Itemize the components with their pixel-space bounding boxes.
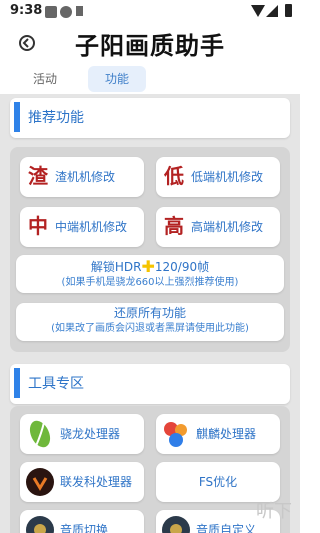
high-end-button[interactable]: 高 高端机机修改 bbox=[156, 207, 280, 247]
unlock-hdr-button[interactable]: 解锁HDR✚120/90帧 (如果手机是骁龙660以上强烈推荐使用) bbox=[16, 255, 284, 293]
audio-icon bbox=[26, 516, 54, 533]
fs-optimize-button[interactable]: FS优化 bbox=[156, 462, 280, 502]
plus-icon: ✚ bbox=[141, 257, 155, 276]
button-label: 音质切换 bbox=[60, 523, 109, 533]
snapdragon-icon bbox=[29, 420, 51, 448]
button-label: 低端机机修改 bbox=[191, 170, 264, 184]
junk-glyph: 渣 bbox=[28, 164, 48, 188]
snapdragon-button[interactable]: 骁龙处理器 bbox=[20, 414, 144, 454]
kirin-icon bbox=[164, 422, 187, 447]
section-recommended: 推荐功能 bbox=[10, 98, 290, 138]
tab-activity[interactable]: 活动 bbox=[20, 66, 70, 92]
watermark: 听下 bbox=[256, 501, 292, 522]
button-label: 中端机机修改 bbox=[55, 220, 128, 234]
restore-note: (如果改了画质会闪退或者黑屏请使用此功能) bbox=[51, 323, 249, 334]
section-marker bbox=[14, 102, 20, 132]
wifi-icon bbox=[251, 5, 265, 17]
restore-label: 还原所有功能 bbox=[113, 306, 186, 320]
button-label: 渣机机修改 bbox=[55, 170, 116, 184]
recommended-card: 渣 渣机机修改 低 低端机机修改 中 中端机机修改 高 高端机机修改 解锁HDR… bbox=[10, 147, 290, 352]
hdr-label: 解锁HDR bbox=[90, 260, 142, 274]
junk-device-button[interactable]: 渣 渣机机修改 bbox=[20, 157, 144, 197]
tab-features[interactable]: 功能 bbox=[88, 66, 146, 92]
mid-glyph: 中 bbox=[28, 214, 48, 238]
fps-label: 120/90帧 bbox=[154, 260, 210, 274]
tools-card: 骁龙处理器 麒麟处理器 联发科处理器 FS优化 音质切换 音质自定义 bbox=[10, 406, 290, 533]
section-title: 推荐功能 bbox=[28, 110, 84, 126]
mid-end-button[interactable]: 中 中端机机修改 bbox=[20, 207, 144, 247]
section-title: 工具专区 bbox=[28, 376, 84, 392]
hdr-note: (如果手机是骁龙660以上强烈推荐使用) bbox=[61, 277, 239, 288]
battery-icon bbox=[285, 4, 292, 17]
low-end-button[interactable]: 低 低端机机修改 bbox=[156, 157, 280, 197]
button-label: 骁龙处理器 bbox=[60, 427, 121, 441]
feature-list[interactable]: 推荐功能 渣 渣机机修改 低 低端机机修改 中 中端机机修改 高 高端机机修改 … bbox=[0, 94, 300, 533]
status-time: 9:38 bbox=[10, 3, 43, 18]
button-label: 高端机机修改 bbox=[191, 220, 264, 234]
notification-icon bbox=[45, 6, 57, 18]
mediatek-icon bbox=[26, 468, 54, 496]
low-glyph: 低 bbox=[164, 164, 184, 188]
sim-icon bbox=[76, 6, 83, 16]
button-label: FS优化 bbox=[198, 475, 238, 489]
page-title: 子阳画质助手 bbox=[75, 32, 225, 60]
section-marker bbox=[14, 368, 20, 398]
restore-all-button[interactable]: 还原所有功能 (如果改了画质会闪退或者黑屏请使用此功能) bbox=[16, 303, 284, 341]
notification-icon bbox=[60, 6, 72, 18]
signal-icon bbox=[266, 5, 278, 17]
kirin-button[interactable]: 麒麟处理器 bbox=[156, 414, 280, 454]
button-label: 联发科处理器 bbox=[60, 475, 133, 489]
audio-switch-button[interactable]: 音质切换 bbox=[20, 510, 144, 533]
tab-bar: 活动 功能 bbox=[0, 66, 300, 92]
status-bar: 9:38 bbox=[0, 0, 300, 24]
mediatek-button[interactable]: 联发科处理器 bbox=[20, 462, 144, 502]
section-tools: 工具专区 bbox=[10, 364, 290, 404]
audio-icon bbox=[162, 516, 190, 533]
button-label: 音质自定义 bbox=[196, 523, 257, 533]
button-label: 麒麟处理器 bbox=[196, 427, 257, 441]
high-glyph: 高 bbox=[164, 214, 184, 238]
